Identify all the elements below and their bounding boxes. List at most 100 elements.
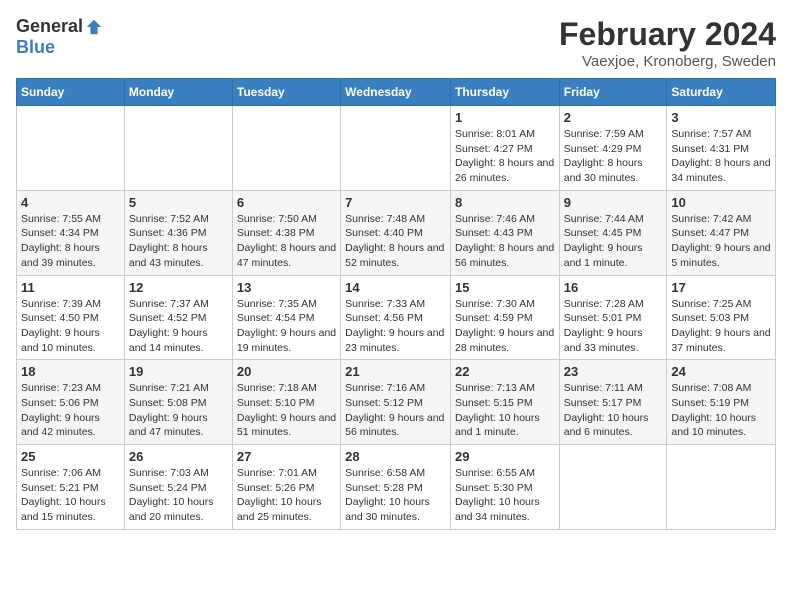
day-number: 7 [345, 195, 446, 210]
day-number: 14 [345, 280, 446, 295]
day-info: Sunrise: 7:33 AMSunset: 4:56 PMDaylight:… [345, 297, 446, 356]
day-number: 4 [21, 195, 120, 210]
logo-icon [85, 18, 103, 36]
day-info: Sunrise: 7:55 AMSunset: 4:34 PMDaylight:… [21, 212, 120, 271]
day-info: Sunrise: 7:18 AMSunset: 5:10 PMDaylight:… [237, 381, 336, 440]
day-info: Sunrise: 7:06 AMSunset: 5:21 PMDaylight:… [21, 466, 120, 525]
calendar-day-cell: 10Sunrise: 7:42 AMSunset: 4:47 PMDayligh… [667, 190, 776, 275]
calendar-week-row: 25 Sunrise: 7:06 AMSunset: 5:21 PMDayligh… [17, 445, 776, 530]
day-number: 25 [21, 449, 120, 464]
day-info: Sunrise: 7:08 AMSunset: 5:19 PMDaylight:… [671, 381, 771, 440]
calendar-day-cell: 24 Sunrise: 7:08 AMSunset: 5:19 PMDayligh… [667, 360, 776, 445]
day-info: Sunrise: 7:28 AMSunset: 5:01 PMDaylight:… [564, 297, 663, 356]
day-info: Sunrise: 7:16 AMSunset: 5:12 PMDaylight:… [345, 381, 446, 440]
day-number: 26 [129, 449, 228, 464]
day-info: Sunrise: 7:59 AMSunset: 4:29 PMDaylight:… [564, 127, 663, 186]
day-info: Sunrise: 7:21 AMSunset: 5:08 PMDaylight:… [129, 381, 228, 440]
calendar-day-cell: 15 Sunrise: 7:30 AMSunset: 4:59 PMDayligh… [450, 275, 559, 360]
calendar-day-cell: 5 Sunrise: 7:52 AMSunset: 4:36 PMDaylight… [124, 190, 232, 275]
day-number: 20 [237, 364, 336, 379]
calendar-day-cell: 14 Sunrise: 7:33 AMSunset: 4:56 PMDayligh… [341, 275, 451, 360]
day-number: 28 [345, 449, 446, 464]
month-title: February 2024 [559, 16, 776, 53]
calendar-day-cell: 2 Sunrise: 7:59 AMSunset: 4:29 PMDaylight… [559, 106, 667, 191]
day-info: Sunrise: 7:44 AMSunset: 4:45 PMDaylight:… [564, 212, 663, 271]
day-number: 22 [455, 364, 555, 379]
calendar-day-cell [124, 106, 232, 191]
day-number: 16 [564, 280, 663, 295]
calendar-day-cell [341, 106, 451, 191]
day-number: 17 [671, 280, 771, 295]
day-info: Sunrise: 7:52 AMSunset: 4:36 PMDaylight:… [129, 212, 228, 271]
day-number: 1 [455, 110, 555, 125]
day-number: 21 [345, 364, 446, 379]
day-info: Sunrise: 6:58 AMSunset: 5:28 PMDaylight:… [345, 466, 446, 525]
day-number: 5 [129, 195, 228, 210]
calendar-day-cell: 11 Sunrise: 7:39 AMSunset: 4:50 PMDayligh… [17, 275, 125, 360]
day-of-week-header: Friday [559, 79, 667, 106]
logo-general-text: General [16, 16, 83, 37]
day-info: Sunrise: 7:35 AMSunset: 4:54 PMDaylight:… [237, 297, 336, 356]
day-info: Sunrise: 7:25 AMSunset: 5:03 PMDaylight:… [671, 297, 771, 356]
calendar-day-cell: 16 Sunrise: 7:28 AMSunset: 5:01 PMDayligh… [559, 275, 667, 360]
calendar-day-cell: 28 Sunrise: 6:58 AMSunset: 5:28 PMDayligh… [341, 445, 451, 530]
day-number: 2 [564, 110, 663, 125]
calendar-day-cell: 19 Sunrise: 7:21 AMSunset: 5:08 PMDayligh… [124, 360, 232, 445]
day-number: 11 [21, 280, 120, 295]
day-number: 19 [129, 364, 228, 379]
day-info: Sunrise: 6:55 AMSunset: 5:30 PMDaylight:… [455, 466, 555, 525]
calendar-day-cell: 29Sunrise: 6:55 AMSunset: 5:30 PMDayligh… [450, 445, 559, 530]
calendar-day-cell: 25 Sunrise: 7:06 AMSunset: 5:21 PMDayligh… [17, 445, 125, 530]
calendar-day-cell: 6 Sunrise: 7:50 AMSunset: 4:38 PMDaylight… [232, 190, 340, 275]
calendar-day-cell: 3 Sunrise: 7:57 AMSunset: 4:31 PMDaylight… [667, 106, 776, 191]
day-info: Sunrise: 7:13 AMSunset: 5:15 PMDaylight:… [455, 381, 555, 440]
calendar-day-cell: 8 Sunrise: 7:46 AMSunset: 4:43 PMDaylight… [450, 190, 559, 275]
calendar-week-row: 4 Sunrise: 7:55 AMSunset: 4:34 PMDaylight… [17, 190, 776, 275]
day-number: 27 [237, 449, 336, 464]
calendar-day-cell: 4 Sunrise: 7:55 AMSunset: 4:34 PMDaylight… [17, 190, 125, 275]
day-info: Sunrise: 7:23 AMSunset: 5:06 PMDaylight:… [21, 381, 120, 440]
logo: General Blue [16, 16, 103, 58]
header: General Blue February 2024 Vaexjoe, Kron… [16, 16, 776, 70]
day-info: Sunrise: 7:39 AMSunset: 4:50 PMDaylight:… [21, 297, 120, 356]
day-info: Sunrise: 7:57 AMSunset: 4:31 PMDaylight:… [671, 127, 771, 186]
calendar-day-cell [667, 445, 776, 530]
calendar-day-cell: 22 Sunrise: 7:13 AMSunset: 5:15 PMDayligh… [450, 360, 559, 445]
day-of-week-header: Monday [124, 79, 232, 106]
day-of-week-header: Saturday [667, 79, 776, 106]
calendar-day-cell: 23Sunrise: 7:11 AMSunset: 5:17 PMDayligh… [559, 360, 667, 445]
day-info: Sunrise: 7:11 AMSunset: 5:17 PMDaylight:… [564, 381, 663, 440]
logo-blue-text: Blue [16, 37, 55, 58]
day-number: 3 [671, 110, 771, 125]
day-number: 6 [237, 195, 336, 210]
calendar-week-row: 11 Sunrise: 7:39 AMSunset: 4:50 PMDayligh… [17, 275, 776, 360]
calendar-week-row: 18Sunrise: 7:23 AMSunset: 5:06 PMDayligh… [17, 360, 776, 445]
day-number: 9 [564, 195, 663, 210]
calendar-day-cell: 17 Sunrise: 7:25 AMSunset: 5:03 PMDayligh… [667, 275, 776, 360]
title-area: February 2024 Vaexjoe, Kronoberg, Sweden [559, 16, 776, 70]
day-info: Sunrise: 7:03 AMSunset: 5:24 PMDaylight:… [129, 466, 228, 525]
day-info: Sunrise: 7:46 AMSunset: 4:43 PMDaylight:… [455, 212, 555, 271]
day-info: Sunrise: 7:30 AMSunset: 4:59 PMDaylight:… [455, 297, 555, 356]
location-title: Vaexjoe, Kronoberg, Sweden [559, 53, 776, 70]
day-number: 15 [455, 280, 555, 295]
day-info: Sunrise: 7:48 AMSunset: 4:40 PMDaylight:… [345, 212, 446, 271]
day-of-week-header: Thursday [450, 79, 559, 106]
calendar-table: SundayMondayTuesdayWednesdayThursdayFrid… [16, 78, 776, 530]
day-info: Sunrise: 7:42 AMSunset: 4:47 PMDaylight:… [671, 212, 771, 271]
calendar-day-cell: 1 Sunrise: 8:01 AMSunset: 4:27 PMDaylight… [450, 106, 559, 191]
calendar-header-row: SundayMondayTuesdayWednesdayThursdayFrid… [17, 79, 776, 106]
day-info: Sunrise: 8:01 AMSunset: 4:27 PMDaylight:… [455, 127, 555, 186]
calendar-body: 1 Sunrise: 8:01 AMSunset: 4:27 PMDaylight… [17, 106, 776, 530]
calendar-day-cell [559, 445, 667, 530]
calendar-day-cell: 21 Sunrise: 7:16 AMSunset: 5:12 PMDayligh… [341, 360, 451, 445]
day-number: 12 [129, 280, 228, 295]
day-number: 24 [671, 364, 771, 379]
day-info: Sunrise: 7:50 AMSunset: 4:38 PMDaylight:… [237, 212, 336, 271]
calendar-day-cell: 12Sunrise: 7:37 AMSunset: 4:52 PMDayligh… [124, 275, 232, 360]
calendar-day-cell: 9 Sunrise: 7:44 AMSunset: 4:45 PMDaylight… [559, 190, 667, 275]
day-info: Sunrise: 7:01 AMSunset: 5:26 PMDaylight:… [237, 466, 336, 525]
calendar-day-cell: 7 Sunrise: 7:48 AMSunset: 4:40 PMDaylight… [341, 190, 451, 275]
calendar-week-row: 1 Sunrise: 8:01 AMSunset: 4:27 PMDaylight… [17, 106, 776, 191]
day-number: 8 [455, 195, 555, 210]
